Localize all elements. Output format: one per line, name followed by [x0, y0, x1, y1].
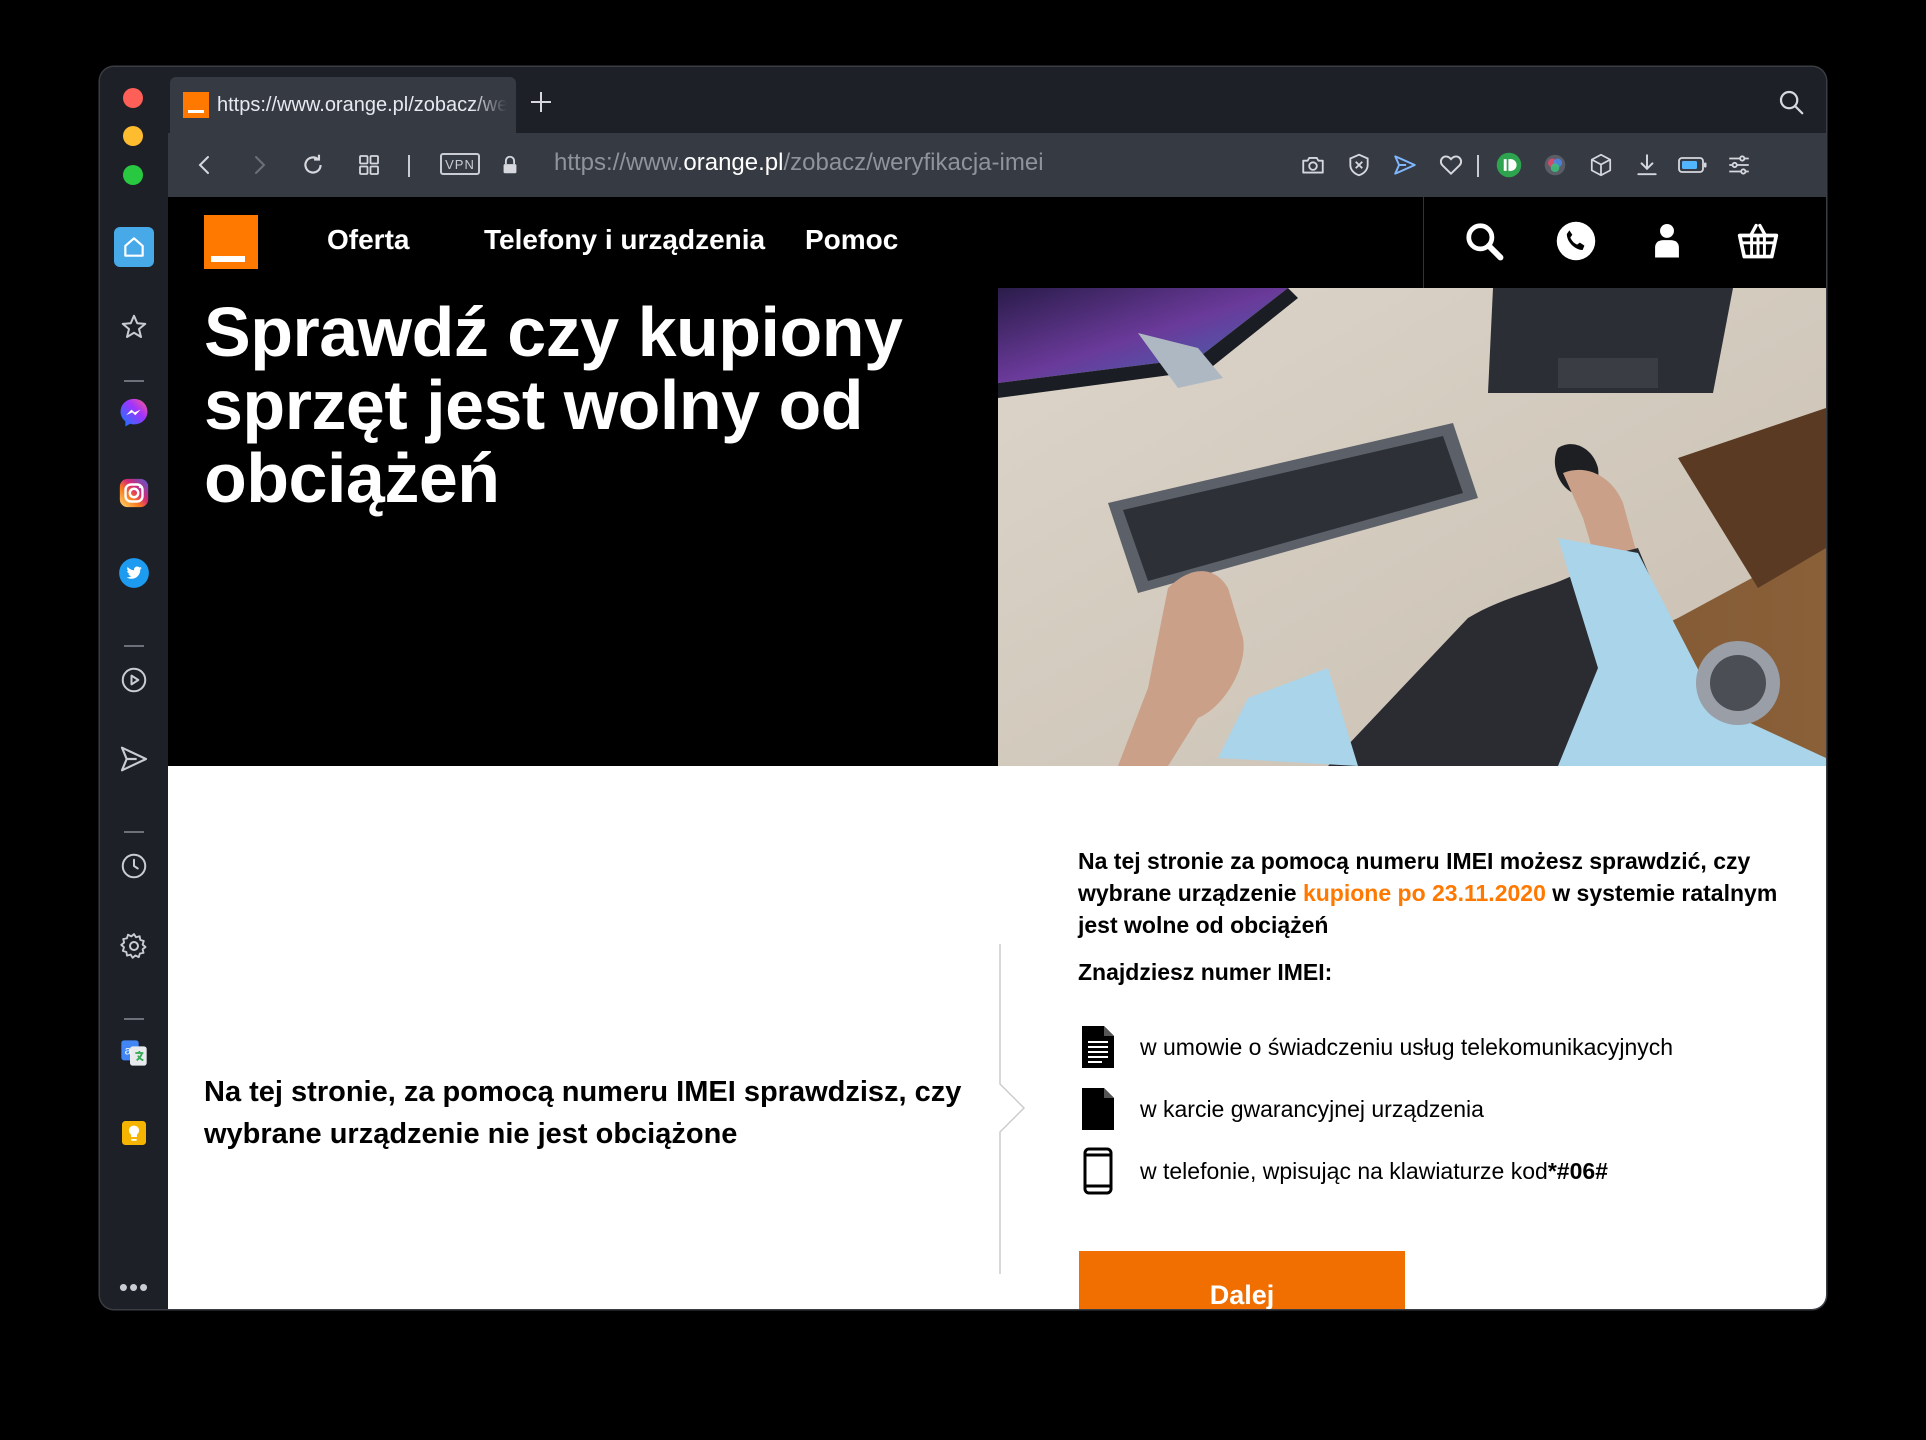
- tab-bar: https://www.orange.pl/zobacz/weryfikacja…: [168, 67, 1826, 133]
- url-host: orange.pl: [683, 149, 784, 176]
- search-icon[interactable]: [1460, 217, 1508, 265]
- messenger-icon[interactable]: [114, 393, 154, 433]
- camera-icon[interactable]: [1298, 150, 1328, 180]
- find-imei-heading: Znajdziesz numer IMEI:: [1078, 959, 1333, 985]
- list-item-text: w umowie o świadczeniu usług telekomunik…: [1140, 1033, 1674, 1060]
- heart-icon[interactable]: [1436, 150, 1466, 180]
- phone-icon: [1078, 1147, 1118, 1195]
- orange-logo[interactable]: [204, 215, 258, 269]
- next-button[interactable]: Dalej: [1079, 1251, 1405, 1309]
- basket-icon[interactable]: [1734, 217, 1782, 265]
- close-window-button[interactable]: [123, 88, 143, 108]
- extension-color-icon[interactable]: [1540, 150, 1570, 180]
- user-account-icon[interactable]: [1643, 217, 1691, 265]
- intro-text: Na tej stronie, za pomocą numeru IMEI sp…: [204, 1076, 962, 1150]
- tab-title: https://www.orange.pl/zobacz/weryfikacja…: [217, 93, 507, 116]
- section-divider: [999, 944, 1026, 1274]
- lock-icon[interactable]: [495, 150, 525, 180]
- header-actions: [1423, 197, 1826, 288]
- info-column: Na tej stronie za pomocą numeru IMEI moż…: [1078, 845, 1788, 941]
- bookmarks-icon[interactable]: [114, 307, 154, 347]
- orange-favicon-icon: [183, 92, 209, 118]
- list-item: w telefonie, wpisując na klawiaturze kod…: [1078, 1147, 1608, 1195]
- imei-description: Na tej stronie za pomocą numeru IMEI moż…: [1078, 845, 1788, 941]
- minimize-window-button[interactable]: [123, 126, 143, 146]
- cube-icon[interactable]: [1586, 150, 1616, 180]
- hero-banner: Sprawdź czy kupiony sprzęt jest wolny od…: [168, 288, 1826, 766]
- hero-photo-desk-keyboard: [998, 288, 1826, 766]
- settings-gear-icon[interactable]: [114, 926, 154, 966]
- url-field[interactable]: https://www.orange.pl/zobacz/weryfikacja…: [554, 149, 1044, 177]
- translate-icon[interactable]: a: [114, 1033, 154, 1073]
- vpn-badge[interactable]: VPN: [440, 153, 480, 175]
- address-toolbar: VPN https://www.orange.pl/zobacz/weryfik…: [168, 133, 1826, 197]
- page-title: Sprawdź czy kupiony sprzęt jest wolny od…: [204, 293, 903, 517]
- extension-green-icon[interactable]: [1494, 150, 1524, 180]
- hero-illustration: [998, 288, 1826, 766]
- send-icon[interactable]: [1390, 150, 1420, 180]
- toolbar-separator: [408, 155, 410, 177]
- zoom-window-button[interactable]: [123, 165, 143, 185]
- toolbar-separator: [1477, 155, 1479, 177]
- imei-code: *#06#: [1547, 1157, 1608, 1184]
- settings-sliders-icon[interactable]: [1724, 150, 1754, 180]
- svg-text:a: a: [125, 1043, 132, 1057]
- list-item-text: w telefonie, wpisując na klawiaturze kod…: [1140, 1158, 1608, 1185]
- instagram-icon[interactable]: [114, 473, 154, 513]
- nav-link-telefony[interactable]: Telefony i urządzenia: [484, 224, 765, 256]
- nav-link-pomoc[interactable]: Pomoc: [805, 224, 898, 256]
- tab-grid-icon[interactable]: [354, 150, 384, 180]
- new-tab-plus-icon[interactable]: [526, 87, 556, 117]
- list-item: w karcie gwarancyjnej urządzenia: [1078, 1085, 1484, 1133]
- start-page-icon[interactable]: [114, 227, 154, 267]
- web-page: Oferta Telefony i urządzenia Pomoc Spraw…: [168, 197, 1826, 1309]
- shield-blocker-icon[interactable]: [1344, 150, 1374, 180]
- notes-icon[interactable]: [114, 1113, 154, 1153]
- reload-icon[interactable]: [298, 150, 328, 180]
- sidebar-separator: [124, 831, 144, 833]
- imei-date-highlight: kupione po 23.11.2020: [1302, 880, 1546, 906]
- sidebar-separator: [124, 645, 144, 647]
- sidebar-separator: [124, 1018, 144, 1020]
- site-header: Oferta Telefony i urządzenia Pomoc: [168, 197, 1826, 288]
- document-icon: [1078, 1023, 1118, 1071]
- forward-chevron-icon[interactable]: [244, 150, 274, 180]
- url-path: /zobacz/weryfikacja-imei: [783, 149, 1044, 176]
- download-icon[interactable]: [1632, 150, 1662, 180]
- sidebar-separator: [124, 380, 144, 382]
- battery-icon[interactable]: [1678, 150, 1708, 180]
- phone-call-icon[interactable]: [1552, 217, 1600, 265]
- browser-sidebar: a •••: [100, 67, 168, 1309]
- list-item: w umowie o świadczeniu usług telekomunik…: [1078, 1023, 1673, 1071]
- file-icon: [1078, 1085, 1118, 1133]
- back-chevron-icon[interactable]: [190, 150, 220, 180]
- more-icon[interactable]: •••: [114, 1267, 154, 1307]
- nav-link-oferta[interactable]: Oferta: [327, 224, 409, 256]
- url-prefix: https://www.: [554, 149, 684, 176]
- player-icon[interactable]: [114, 660, 154, 700]
- search-tabs-icon[interactable]: [1776, 87, 1806, 117]
- twitter-icon[interactable]: [114, 553, 154, 593]
- history-icon[interactable]: [114, 846, 154, 886]
- flow-icon[interactable]: [114, 739, 154, 779]
- imei-phone-text: w telefonie, wpisując na klawiaturze kod: [1140, 1157, 1548, 1184]
- tab-active[interactable]: https://www.orange.pl/zobacz/weryfikacja…: [170, 77, 516, 133]
- list-item-text: w karcie gwarancyjnej urządzenia: [1140, 1095, 1484, 1122]
- browser-window: a ••• https://www.orange.pl/zobacz/weryf…: [100, 67, 1826, 1309]
